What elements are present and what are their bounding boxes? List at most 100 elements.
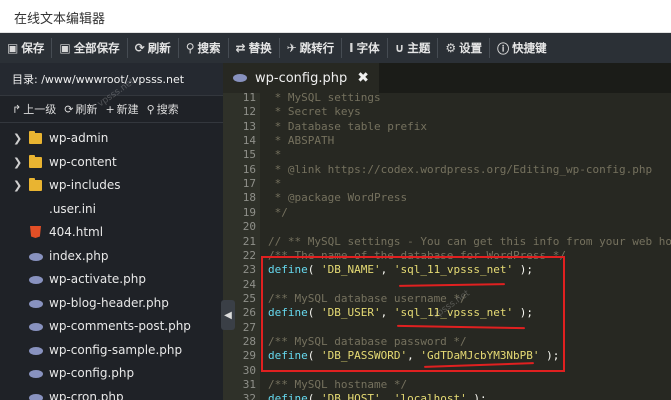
chevron-right-icon[interactable]: ❯ (13, 132, 22, 145)
file-tree-item[interactable]: ❯ wp-admin (0, 127, 223, 151)
code-token: ( (307, 349, 321, 363)
file-tree-item[interactable]: wp-blog-header.php (0, 292, 223, 316)
toolbar-button-label: 替换 (248, 41, 272, 55)
file-tree-item[interactable]: ❯ wp-includes (0, 174, 223, 198)
line-number: 20 (242, 220, 256, 234)
directory-path: 目录: /www/wwwroot/.vpsss.net (0, 63, 223, 96)
code-text: * (268, 177, 282, 191)
sidebar-action-plus[interactable]: + 新建 (105, 101, 138, 117)
file-sidebar: 目录: /www/wwwroot/.vpsss.net ↱ 上一级 ⟳ 刷新 + 新建 ⚲ 搜… (0, 63, 223, 400)
toolbar-button-gear[interactable]: ⚙ 设置 (438, 33, 489, 63)
code-line: 29 define( 'DB_PASSWORD', 'GdTDaMJcbYM3Nb… (223, 349, 671, 363)
code-text: /** MySQL hostname */ (268, 378, 407, 392)
tab-bar: wp-config.php ✖ (223, 63, 671, 93)
code-text: define( 'DB_HOST', 'localhost' ); (268, 392, 487, 400)
line-number: 23 (242, 263, 256, 277)
code-token: * MySQL settings (268, 93, 381, 104)
code-token: 'localhost' (393, 392, 467, 400)
toolbar-button-label: 快捷键 (512, 41, 547, 55)
toolbar-button-shortcut[interactable]: ⓘ 快捷键 (490, 33, 554, 63)
file-tree-item[interactable]: wp-config.php (0, 362, 223, 386)
line-number: 16 (242, 162, 256, 176)
code-token: * Secret keys (268, 105, 361, 119)
sidebar-action-up-level[interactable]: ↱ 上一级 (12, 101, 56, 117)
toolbar-button-theme[interactable]: ∪ 主题 (388, 33, 438, 63)
code-line: 26 define( 'DB_USER', 'sql_11_vpsss_net' … (223, 306, 671, 320)
toolbar-button-replace[interactable]: ⇄ 替换 (229, 33, 279, 63)
line-number: 15 (242, 148, 256, 162)
line-number: 17 (242, 177, 256, 191)
toolbar-button-label: 搜索 (197, 41, 221, 55)
code-text: * Secret keys (268, 105, 361, 119)
code-area[interactable]: 11 * MySQL settings 12 * Secret keys 13 * … (223, 93, 671, 400)
code-text: define( 'DB_USER', 'sql_11_vpsss_net' ); (268, 306, 533, 320)
replace-icon: ⇄ (235, 41, 246, 55)
code-text: define( 'DB_PASSWORD', 'GdTDaMJcbYM3NbPB… (268, 349, 559, 363)
code-token: /** MySQL database password */ (268, 334, 467, 348)
toolbar-button-font[interactable]: I 字体 (342, 33, 386, 63)
code-text: * Database table prefix (268, 120, 427, 134)
toolbar-button-save-all[interactable]: ▣ 全部保存 (52, 33, 126, 63)
file-tree-item[interactable]: wp-config-sample.php (0, 339, 223, 363)
code-line: 25/** MySQL database username */ (223, 292, 671, 306)
sidebar-action-refresh[interactable]: ⟳ 刷新 (64, 101, 97, 117)
code-line: 27 (223, 321, 671, 335)
file-tree-item[interactable]: wp-activate.php (0, 268, 223, 292)
line-number: 13 (242, 119, 256, 133)
file-tree-item[interactable]: 404.html (0, 221, 223, 245)
line-number: 14 (242, 134, 256, 148)
tab-label: wp-config.php (255, 70, 348, 86)
code-line: 12 * Secret keys (223, 105, 671, 119)
code-line: 22 /** The name of the database for WordP… (223, 249, 671, 263)
code-text: // ** MySQL settings - You can get this … (268, 235, 671, 249)
code-line: 18 * @package WordPress (223, 191, 671, 205)
code-token: ( (307, 306, 321, 320)
php-icon (29, 276, 43, 284)
code-token: ( (307, 263, 321, 277)
chevron-right-icon[interactable]: ❯ (13, 156, 22, 169)
line-number: 11 (242, 93, 256, 104)
close-icon[interactable]: ✖ (357, 70, 369, 86)
toolbar-button-search[interactable]: ⚲ 搜索 (179, 33, 228, 63)
tab-wp-config[interactable]: wp-config.php ✖ (223, 63, 379, 93)
file-tree-label: wp-comments-post.php (49, 319, 191, 333)
file-tree-label: .user.ini (49, 201, 96, 216)
sidebar-action-label: 搜索 (156, 103, 179, 116)
theme-icon: ∪ (394, 41, 405, 55)
code-token: 'DB_HOST' (321, 392, 381, 400)
toolbar-button-refresh[interactable]: ⟳ 刷新 (128, 33, 178, 63)
collapse-sidebar-icon[interactable]: ◀ (221, 300, 235, 330)
sidebar-action-search[interactable]: ⚲ 搜索 (147, 101, 179, 117)
up-level-icon: ↱ (12, 103, 22, 116)
php-icon (29, 393, 43, 400)
file-tree-item[interactable]: index.php (0, 245, 223, 269)
file-tree-label: wp-cron.php (49, 389, 124, 400)
code-text: * (268, 148, 282, 162)
save-icon: ▣ (7, 41, 19, 55)
php-icon (29, 346, 43, 355)
php-icon (29, 323, 43, 331)
folder-icon (29, 178, 42, 191)
code-token: * @link https://codex.wordpress.org/Edit… (268, 162, 653, 176)
chevron-right-icon[interactable]: ❯ (13, 179, 22, 192)
toolbar-button-save[interactable]: ▣ 保存 (0, 33, 51, 63)
code-editor: wp-config.php ✖ 11 * MySQL settings 12 * … (223, 63, 671, 400)
code-token: * (268, 177, 282, 191)
code-token: 'DB_NAME' (321, 263, 381, 277)
line-number: 32 (242, 392, 256, 400)
code-text: /** MySQL database username */ (268, 292, 467, 306)
folder-icon (29, 131, 42, 144)
code-line: 31 /** MySQL hostname */ (223, 378, 671, 392)
sidebar-action-label: 新建 (116, 103, 139, 116)
code-token: define (268, 349, 308, 363)
line-number: 29 (242, 349, 256, 363)
file-tree-item[interactable]: .user.ini (0, 198, 223, 222)
file-tree-item[interactable]: wp-comments-post.php (0, 315, 223, 339)
code-token: /** MySQL database username */ (268, 291, 467, 305)
file-tree-label: wp-activate.php (49, 272, 146, 286)
file-tree: ❯ wp-admin ❯ wp-content ❯ wp-includes .user.in… (0, 123, 223, 400)
file-tree-item[interactable]: wp-cron.php (0, 386, 223, 400)
toolbar-button-goto-line[interactable]: ✈ 跳转行 (280, 33, 342, 63)
html5-icon (30, 226, 41, 238)
file-tree-item[interactable]: ❯ wp-content (0, 151, 223, 175)
